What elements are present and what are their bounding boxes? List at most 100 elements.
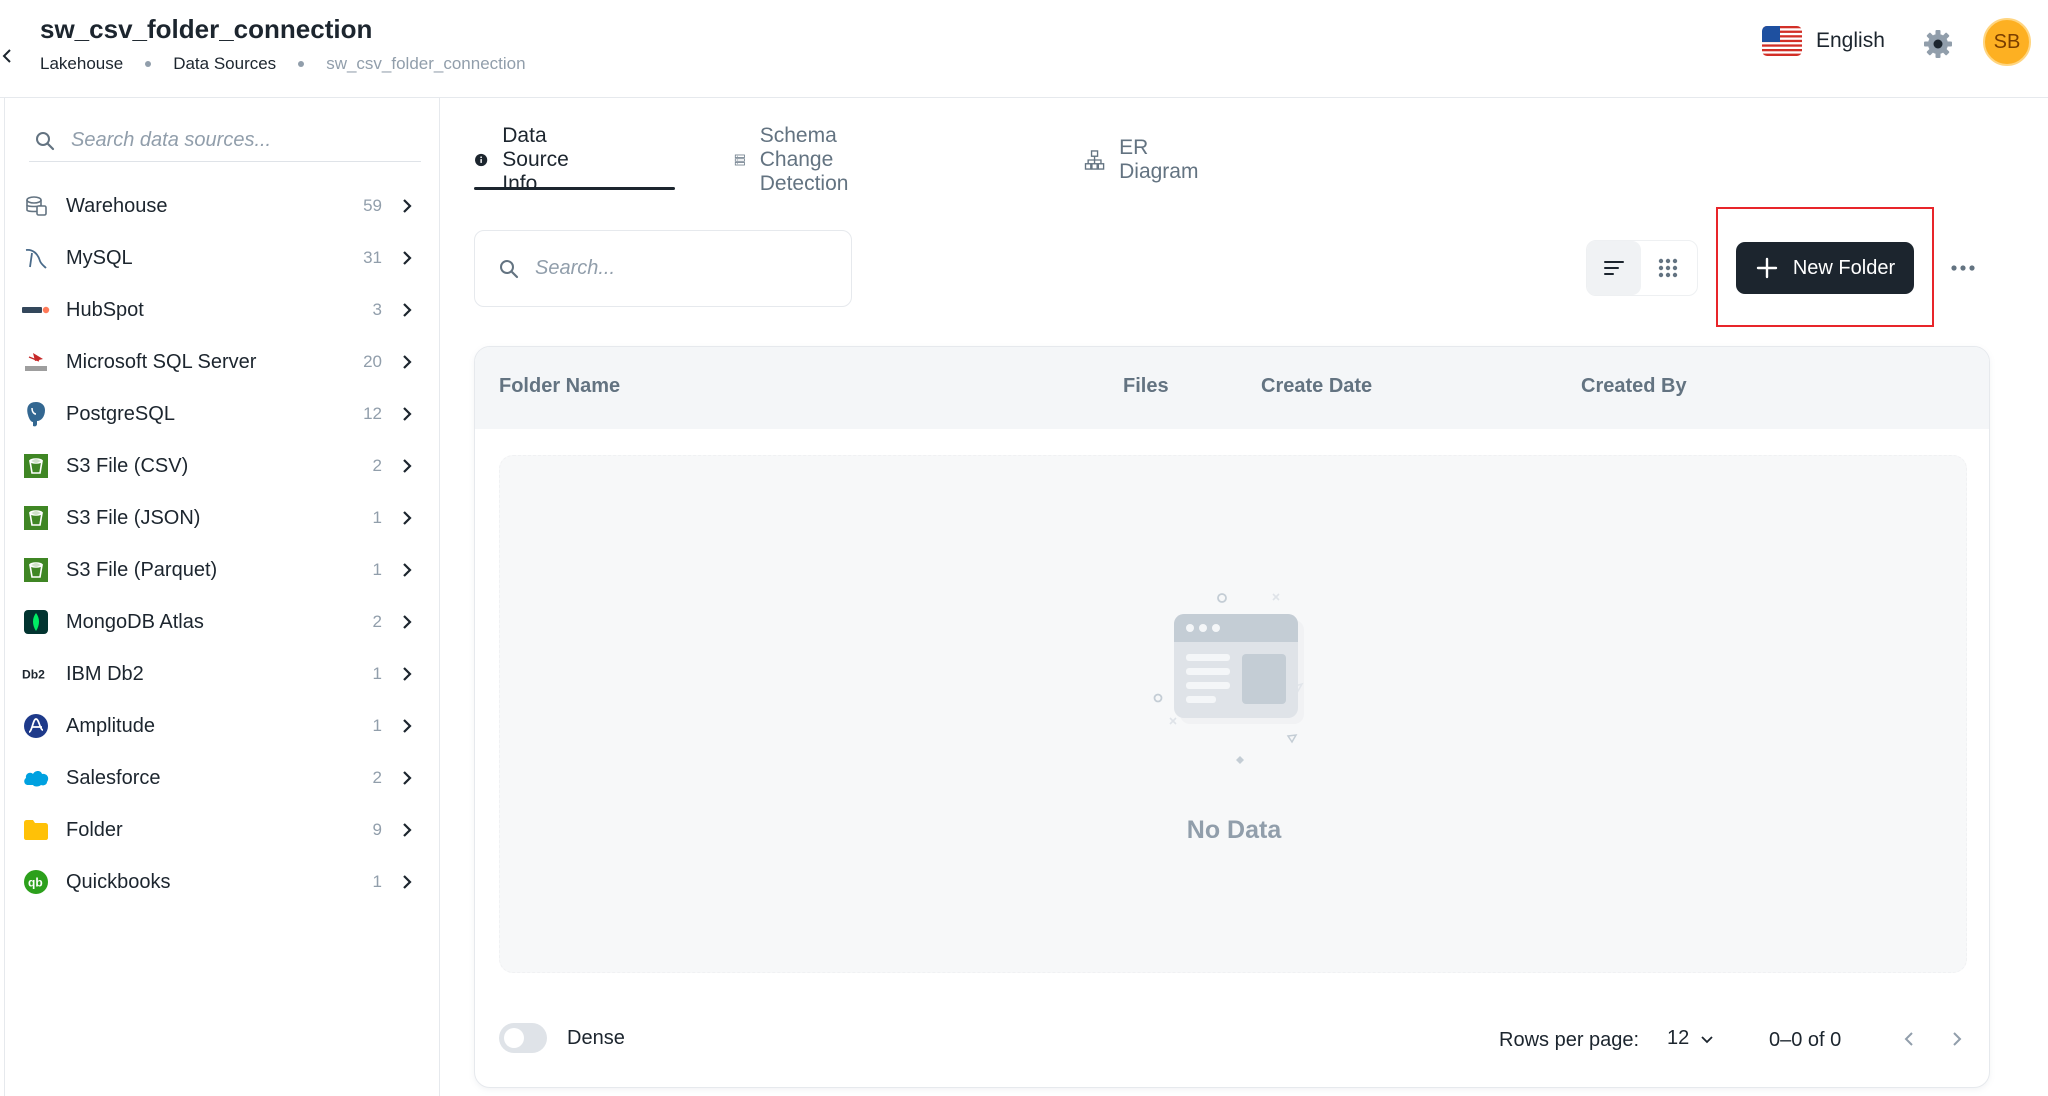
chevron-right-icon [403, 303, 412, 317]
svg-text:qb: qb [28, 876, 43, 890]
breadcrumb-separator [298, 61, 305, 67]
sidebar-item-label: MySQL [66, 246, 133, 269]
breadcrumb: Lakehouse Data Sources sw_csv_folder_con… [40, 54, 526, 74]
new-folder-button[interactable]: New Folder [1736, 242, 1914, 294]
language-selector[interactable]: English [1762, 26, 1885, 56]
quickbooks-icon: qb [22, 868, 50, 896]
collapse-sidebar-chevron-icon[interactable] [0, 44, 14, 68]
s3-bucket-icon [22, 504, 50, 532]
salesforce-icon [22, 764, 50, 792]
view-mode-toggle [1586, 240, 1698, 296]
dense-toggle-switch[interactable] [499, 1023, 547, 1053]
folders-table-card: Folder Name Files Create Date Created By [474, 346, 1990, 1088]
plus-icon [1756, 257, 1778, 279]
rows-per-page-value: 12 [1667, 1027, 1690, 1049]
sidebar-item-ibm-db2[interactable]: Db2 IBM Db2 1 [22, 652, 414, 696]
sidebar-item-count: 20 [363, 352, 382, 371]
tab-label: Schema Change Detection [759, 124, 849, 195]
s3-bucket-icon [22, 556, 50, 584]
dense-label: Dense [567, 1027, 625, 1049]
breadcrumb-separator [145, 61, 152, 67]
search-icon [36, 131, 55, 150]
sidebar-item-postgresql[interactable]: PostgreSQL 12 [22, 392, 414, 436]
empty-browser-illustration-icon [1153, 593, 1304, 764]
sidebar-item-label: Folder [66, 818, 123, 841]
breadcrumb-lakehouse[interactable]: Lakehouse [40, 54, 123, 74]
s3-bucket-icon [22, 452, 50, 480]
table-footer: Dense Rows per page: 12 0–0 of 0 [475, 993, 1989, 1087]
sidebar-item-count: 31 [363, 248, 382, 267]
sidebar-item-label: Warehouse [66, 194, 168, 217]
breadcrumb-data-sources[interactable]: Data Sources [173, 54, 276, 74]
info-icon [475, 153, 488, 167]
sidebar-item-label: IBM Db2 [66, 662, 144, 685]
page-title: sw_csv_folder_connection [40, 14, 373, 44]
column-header-created-by[interactable]: Created By [1581, 375, 1687, 398]
sidebar-search-input[interactable] [71, 129, 391, 152]
table-header: Folder Name Files Create Date Created By [475, 347, 1989, 429]
chevron-right-icon [403, 823, 412, 837]
grid-view-button[interactable] [1641, 241, 1695, 295]
breadcrumb-current: sw_csv_folder_connection [326, 54, 526, 73]
sidebar-item-mysql[interactable]: MySQL 31 [22, 236, 414, 280]
folder-icon [22, 816, 50, 844]
search-icon [500, 259, 519, 278]
sidebar-item-count: 9 [372, 820, 382, 839]
empty-state: No Data [499, 455, 1967, 973]
chevron-right-icon [403, 459, 412, 473]
sidebar-item-s3-file-parquet[interactable]: S3 File (Parquet) 1 [22, 548, 414, 592]
sidebar-item-label: PostgreSQL [66, 402, 175, 425]
sidebar-item-s3-file-json[interactable]: S3 File (JSON) 1 [22, 496, 414, 540]
list-view-button[interactable] [1587, 241, 1641, 295]
sidebar-item-s3-file-csv[interactable]: S3 File (CSV) 2 [22, 444, 414, 488]
amplitude-icon [22, 712, 50, 740]
chevron-right-icon [403, 407, 412, 421]
chevron-right-icon [403, 563, 412, 577]
warehouse-icon [22, 192, 50, 220]
column-header-create-date[interactable]: Create Date [1261, 375, 1372, 398]
sidebar-item-count: 2 [372, 612, 382, 631]
rows-per-page-select[interactable]: 12 [1667, 1027, 1715, 1050]
us-flag-icon [1762, 26, 1802, 56]
sidebar-item-label: Quickbooks [66, 870, 171, 893]
folder-search [474, 230, 852, 307]
sidebar-item-hubspot[interactable]: HubSpot 3 [22, 288, 414, 332]
next-page-button[interactable] [1941, 1023, 1973, 1055]
sidebar-item-label: HubSpot [66, 298, 144, 321]
tab-label: ER Diagram [1119, 136, 1199, 183]
tab-schema-change-detection[interactable]: Schema Change Detection [734, 124, 865, 195]
sidebar-item-label: MongoDB Atlas [66, 610, 204, 633]
chevron-right-icon [403, 511, 412, 525]
svg-text:Db2: Db2 [22, 668, 45, 681]
settings-gear-icon[interactable] [1922, 28, 1954, 60]
sql-server-icon [22, 348, 50, 376]
tab-data-source-info[interactable]: Data Source Info [474, 124, 583, 195]
sidebar-search [29, 120, 421, 162]
sidebar-item-salesforce[interactable]: Salesforce 2 [22, 756, 414, 800]
more-horizontal-icon [1951, 265, 1975, 271]
tab-er-diagram[interactable]: ER Diagram [1084, 130, 1205, 190]
sidebar-item-count: 3 [372, 300, 382, 319]
sidebar-item-count: 1 [372, 664, 382, 683]
sidebar-item-microsoft-sql-server[interactable]: Microsoft SQL Server 20 [22, 340, 414, 384]
sidebar-item-warehouse[interactable]: Warehouse 59 [22, 184, 414, 228]
column-header-files[interactable]: Files [1123, 375, 1169, 398]
user-avatar[interactable]: SB [1983, 18, 2031, 66]
column-header-folder-name[interactable]: Folder Name [499, 375, 620, 398]
sidebar-item-amplitude[interactable]: Amplitude 1 [22, 704, 414, 748]
sidebar-item-quickbooks[interactable]: qb Quickbooks 1 [22, 860, 414, 904]
more-options-button[interactable] [1946, 252, 1980, 284]
chevron-right-icon [403, 875, 412, 889]
sidebar-item-label: S3 File (CSV) [66, 454, 189, 477]
sidebar-item-mongodb-atlas[interactable]: MongoDB Atlas 2 [22, 600, 414, 644]
chevron-down-icon [1701, 1035, 1713, 1043]
previous-page-button[interactable] [1893, 1023, 1925, 1055]
chevron-right-icon [403, 667, 412, 681]
sidebar-item-count: 1 [372, 508, 382, 527]
active-tab-indicator [474, 187, 675, 190]
sidebar-item-label: Salesforce [66, 766, 161, 789]
folder-search-input[interactable] [535, 257, 835, 280]
hubspot-icon [22, 296, 50, 324]
sidebar-item-folder[interactable]: Folder 9 [22, 808, 414, 852]
sidebar-item-count: 59 [363, 196, 382, 215]
